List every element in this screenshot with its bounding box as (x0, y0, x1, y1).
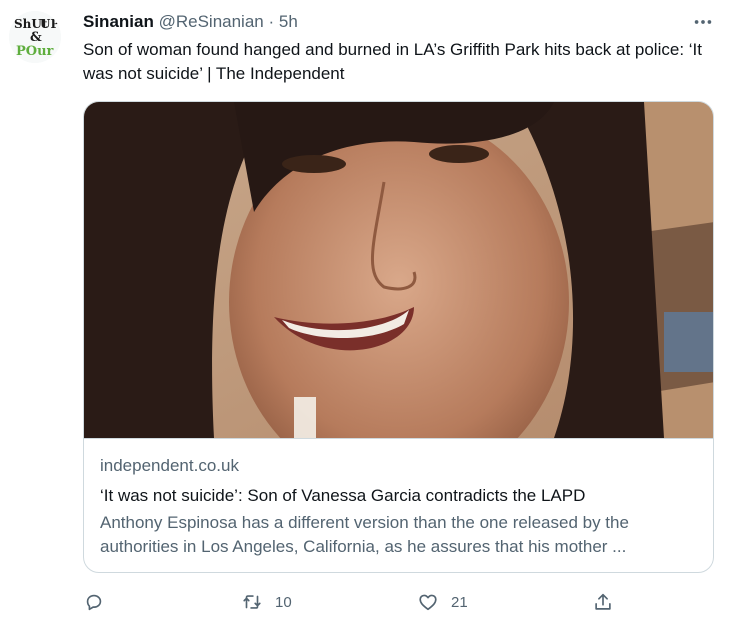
reply-icon (86, 594, 102, 611)
like-count: 21 (451, 593, 468, 611)
link-card[interactable]: independent.co.uk ‘It was not suicide’: … (83, 101, 714, 573)
retweet-icon (243, 595, 261, 609)
avatar-text-2: UP (40, 17, 60, 31)
tweet-header: Sinanian @ReSinanian · 5h (83, 11, 682, 33)
share-icon (595, 593, 611, 610)
retweet-button[interactable]: 10 (241, 589, 292, 615)
tweet[interactable]: ShUt UP & POur Sinanian @ReSinanian · 5h… (0, 0, 742, 627)
card-description: Anthony Espinosa has a different version… (100, 513, 629, 556)
card-title: ‘It was not suicide’: Son of Vanessa Gar… (100, 486, 586, 505)
tweet-text: Son of woman found hanged and burned in … (83, 40, 702, 83)
more-button[interactable] (688, 11, 718, 33)
avatar-text-4: POur (16, 44, 54, 59)
card-image (84, 102, 713, 439)
separator-dot: · (268, 12, 275, 31)
card-body: independent.co.uk ‘It was not suicide’: … (100, 454, 699, 559)
author-name[interactable]: Sinanian (83, 12, 154, 31)
share-button[interactable] (592, 589, 614, 615)
avatar[interactable]: ShUt UP & POur (9, 11, 61, 63)
tweet-actions: 10 21 (83, 589, 623, 615)
reply-button[interactable] (83, 589, 117, 615)
tweet-time[interactable]: 5h (279, 12, 298, 31)
like-icon (419, 594, 437, 611)
like-button[interactable]: 21 (417, 589, 468, 615)
card-domain: independent.co.uk (100, 456, 239, 475)
author-handle[interactable]: @ReSinanian (159, 12, 264, 31)
avatar-text-3: & (30, 30, 42, 45)
more-icon (694, 20, 712, 24)
retweet-count: 10 (275, 593, 292, 611)
